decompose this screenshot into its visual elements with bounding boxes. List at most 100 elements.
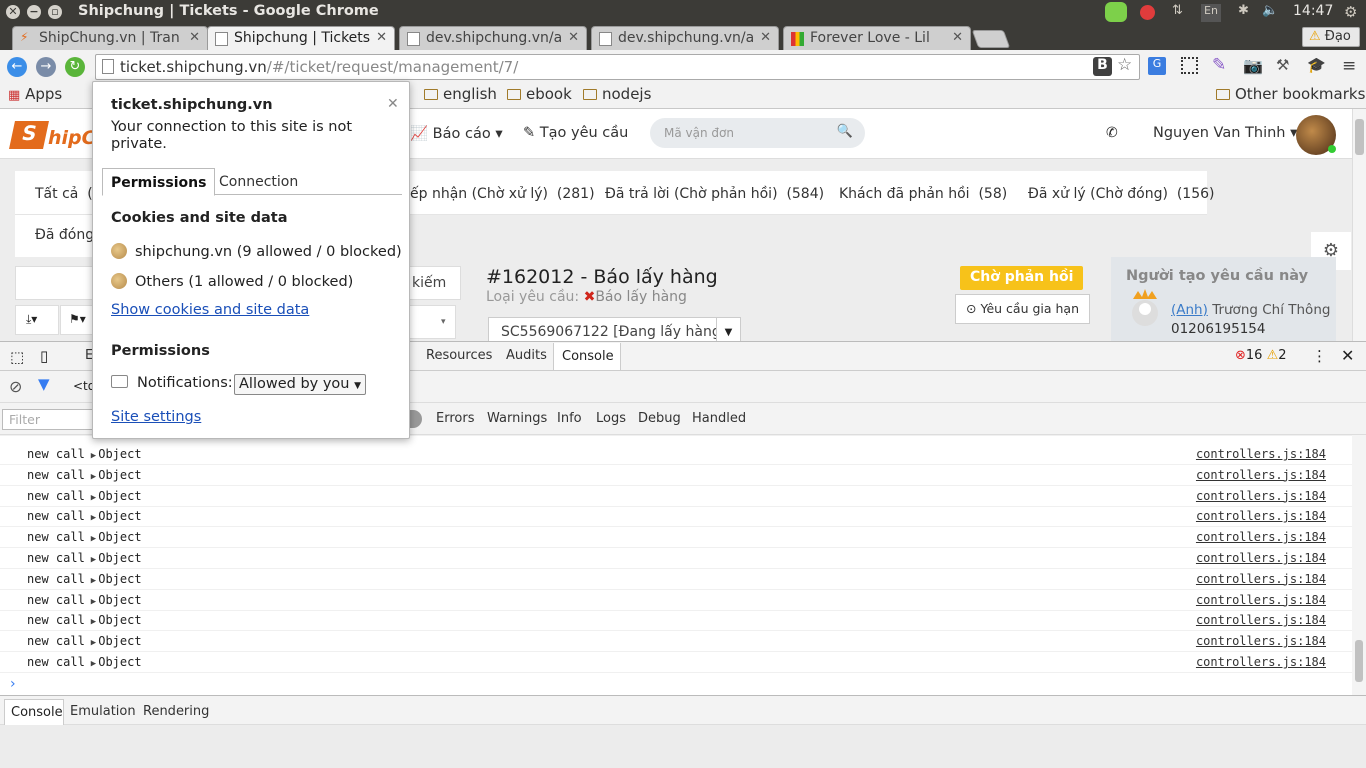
tab-permissions[interactable]: Permissions	[102, 168, 216, 196]
tab-connection[interactable]: Connection	[219, 174, 298, 190]
close-window-icon[interactable]: ✕	[6, 5, 20, 19]
bookmark-folder-ebook[interactable]: ebook	[507, 85, 572, 103]
expand-triangle-icon[interactable]: ▶	[91, 576, 96, 586]
site-settings-link[interactable]: Site settings	[111, 409, 201, 425]
translate-extension-icon[interactable]: G	[1148, 57, 1166, 75]
filter-funnel-icon[interactable]: ▼	[38, 375, 58, 395]
close-tab-icon[interactable]: ✕	[189, 30, 200, 45]
tracking-search-input[interactable]: Mã vận đơn 🔍	[650, 118, 865, 148]
shipchung-logo-icon[interactable]: S	[9, 121, 49, 149]
source-link[interactable]: controllers.js:184	[1196, 551, 1326, 565]
back-arrow-icon[interactable]: ←	[7, 57, 27, 77]
nav-report[interactable]: 📈 Báo cáo ▾	[410, 125, 503, 142]
source-link[interactable]: controllers.js:184	[1196, 489, 1326, 503]
bootstrap-extension-icon[interactable]: B	[1093, 57, 1112, 76]
expand-triangle-icon[interactable]: ▶	[91, 638, 96, 648]
keyboard-layout-indicator[interactable]: En	[1201, 4, 1221, 22]
source-link[interactable]: controllers.js:184	[1196, 593, 1326, 607]
bookmark-folder-nodejs[interactable]: nodejs	[583, 85, 651, 103]
object-label[interactable]: Object	[98, 468, 141, 482]
clock[interactable]: 14:47	[1293, 3, 1333, 21]
device-mode-icon[interactable]: ▯	[40, 347, 48, 365]
volume-tray-icon[interactable]: 🔈	[1262, 3, 1278, 21]
creator-name[interactable]: (Anh) Trương Chí Thông	[1171, 302, 1330, 318]
close-devtools-icon[interactable]: ✕	[1341, 346, 1354, 365]
console-output[interactable]: new call ▶ Object controllers.js:184 new cal…	[0, 435, 1352, 695]
drawer-tab-rendering[interactable]: Rendering	[143, 704, 209, 719]
source-link[interactable]: controllers.js:184	[1196, 613, 1326, 627]
tools-extension-icon[interactable]: ⚒	[1276, 56, 1289, 74]
creator-honorific[interactable]: (Anh)	[1171, 302, 1208, 318]
devtools-menu-icon[interactable]: ⋮	[1312, 347, 1327, 365]
forward-arrow-icon[interactable]: →	[36, 57, 56, 77]
tab-closed[interactable]: Đã đóng	[35, 214, 94, 256]
source-link[interactable]: controllers.js:184	[1196, 447, 1326, 461]
search-icon[interactable]: 🔍	[837, 124, 853, 139]
new-tab-button[interactable]	[971, 30, 1011, 48]
graduation-cap-icon[interactable]: 🎓	[1307, 56, 1326, 74]
object-label[interactable]: Object	[98, 593, 141, 607]
drawer-tab-console[interactable]: Console	[4, 699, 64, 725]
order-ref-button[interactable]: SC5569067122 [Đang lấy hàng]	[488, 317, 740, 341]
browser-tab-active[interactable]: Shipchung | Tickets ✕	[207, 26, 395, 50]
source-link[interactable]: controllers.js:184	[1196, 509, 1326, 523]
level-handled[interactable]: Handled	[692, 411, 746, 426]
expand-triangle-icon[interactable]: ▶	[91, 513, 96, 523]
page-info-icon[interactable]	[102, 59, 114, 74]
expand-triangle-icon[interactable]: ▶	[91, 493, 96, 503]
level-debug[interactable]: Debug	[638, 411, 681, 426]
expand-triangle-icon[interactable]: ▶	[91, 451, 96, 461]
source-link[interactable]: controllers.js:184	[1196, 634, 1326, 648]
source-link[interactable]: controllers.js:184	[1196, 655, 1326, 669]
source-link[interactable]: controllers.js:184	[1196, 468, 1326, 482]
source-link[interactable]: controllers.js:184	[1196, 530, 1326, 544]
bluetooth-tray-icon[interactable]: ✱	[1238, 3, 1249, 21]
level-logs[interactable]: Logs	[596, 411, 626, 426]
browser-tab[interactable]: dev.shipchung.vn/a ✕	[399, 26, 587, 50]
tab-pending[interactable]: ếp nhận (Chờ xử lý) (281)	[410, 173, 595, 215]
extend-request-button[interactable]: ⊙ Yêu cầu gia hạn	[955, 294, 1091, 324]
object-label[interactable]: Object	[98, 530, 141, 544]
close-tab-icon[interactable]: ✕	[760, 30, 771, 45]
user-menu[interactable]: Nguyen Van Thinh ▾	[1153, 125, 1297, 141]
pen-extension-icon[interactable]: ✎	[1212, 55, 1226, 75]
chrome-menu-icon[interactable]: ≡	[1342, 56, 1356, 76]
object-label[interactable]: Object	[98, 551, 141, 565]
notifications-select[interactable]: Allowed by you ▼	[234, 374, 367, 395]
search-button[interactable]: kiếm	[405, 266, 461, 300]
stop-tray-icon[interactable]	[1140, 5, 1155, 20]
console-scrollbar-thumb[interactable]	[1355, 640, 1363, 682]
clear-console-icon[interactable]: ⊘	[9, 377, 22, 396]
level-info[interactable]: Info	[557, 411, 582, 426]
settings-tray-icon[interactable]: ⚙	[1344, 3, 1357, 21]
error-counter[interactable]: ⊗16 ⚠2	[1235, 348, 1287, 363]
expand-triangle-icon[interactable]: ▶	[91, 659, 96, 669]
minimize-window-icon[interactable]: −	[27, 5, 41, 19]
reload-icon[interactable]: ↻	[65, 57, 85, 77]
nav-create-request[interactable]: ✎ Tạo yêu cầu	[523, 125, 628, 141]
tab-answered[interactable]: Đã trả lời (Chờ phản hồi) (584)	[605, 173, 824, 215]
bookmark-folder-english[interactable]: english	[424, 85, 497, 103]
object-label[interactable]: Object	[98, 489, 141, 503]
camera-extension-icon[interactable]: 📷	[1243, 56, 1263, 75]
tab-processed[interactable]: Đã xử lý (Chờ đóng) (156)	[1028, 173, 1214, 215]
expand-triangle-icon[interactable]: ▶	[91, 555, 96, 565]
devtools-tab-console[interactable]: Console	[553, 343, 621, 370]
object-label[interactable]: Object	[98, 447, 141, 461]
object-label[interactable]: Object	[98, 572, 141, 586]
browser-tab[interactable]: dev.shipchung.vn/a ✕	[591, 26, 779, 50]
close-tab-icon[interactable]: ✕	[952, 30, 963, 45]
drawer-tab-emulation[interactable]: Emulation	[70, 704, 136, 719]
object-label[interactable]: Object	[98, 634, 141, 648]
expand-triangle-icon[interactable]: ▶	[91, 617, 96, 627]
object-label[interactable]: Object	[98, 655, 141, 669]
close-tab-icon[interactable]: ✕	[376, 30, 387, 45]
download-dropdown-icon[interactable]: ⤓▾	[15, 305, 59, 335]
console-prompt-icon[interactable]: ›	[10, 676, 16, 692]
show-cookies-link[interactable]: Show cookies and site data	[111, 302, 309, 318]
inspect-element-icon[interactable]: ⬚	[10, 348, 24, 366]
level-warnings[interactable]: Warnings	[487, 411, 547, 426]
level-errors[interactable]: Errors	[436, 411, 474, 426]
devtools-tab-audits[interactable]: Audits	[506, 348, 547, 363]
expand-triangle-icon[interactable]: ▶	[91, 597, 96, 607]
